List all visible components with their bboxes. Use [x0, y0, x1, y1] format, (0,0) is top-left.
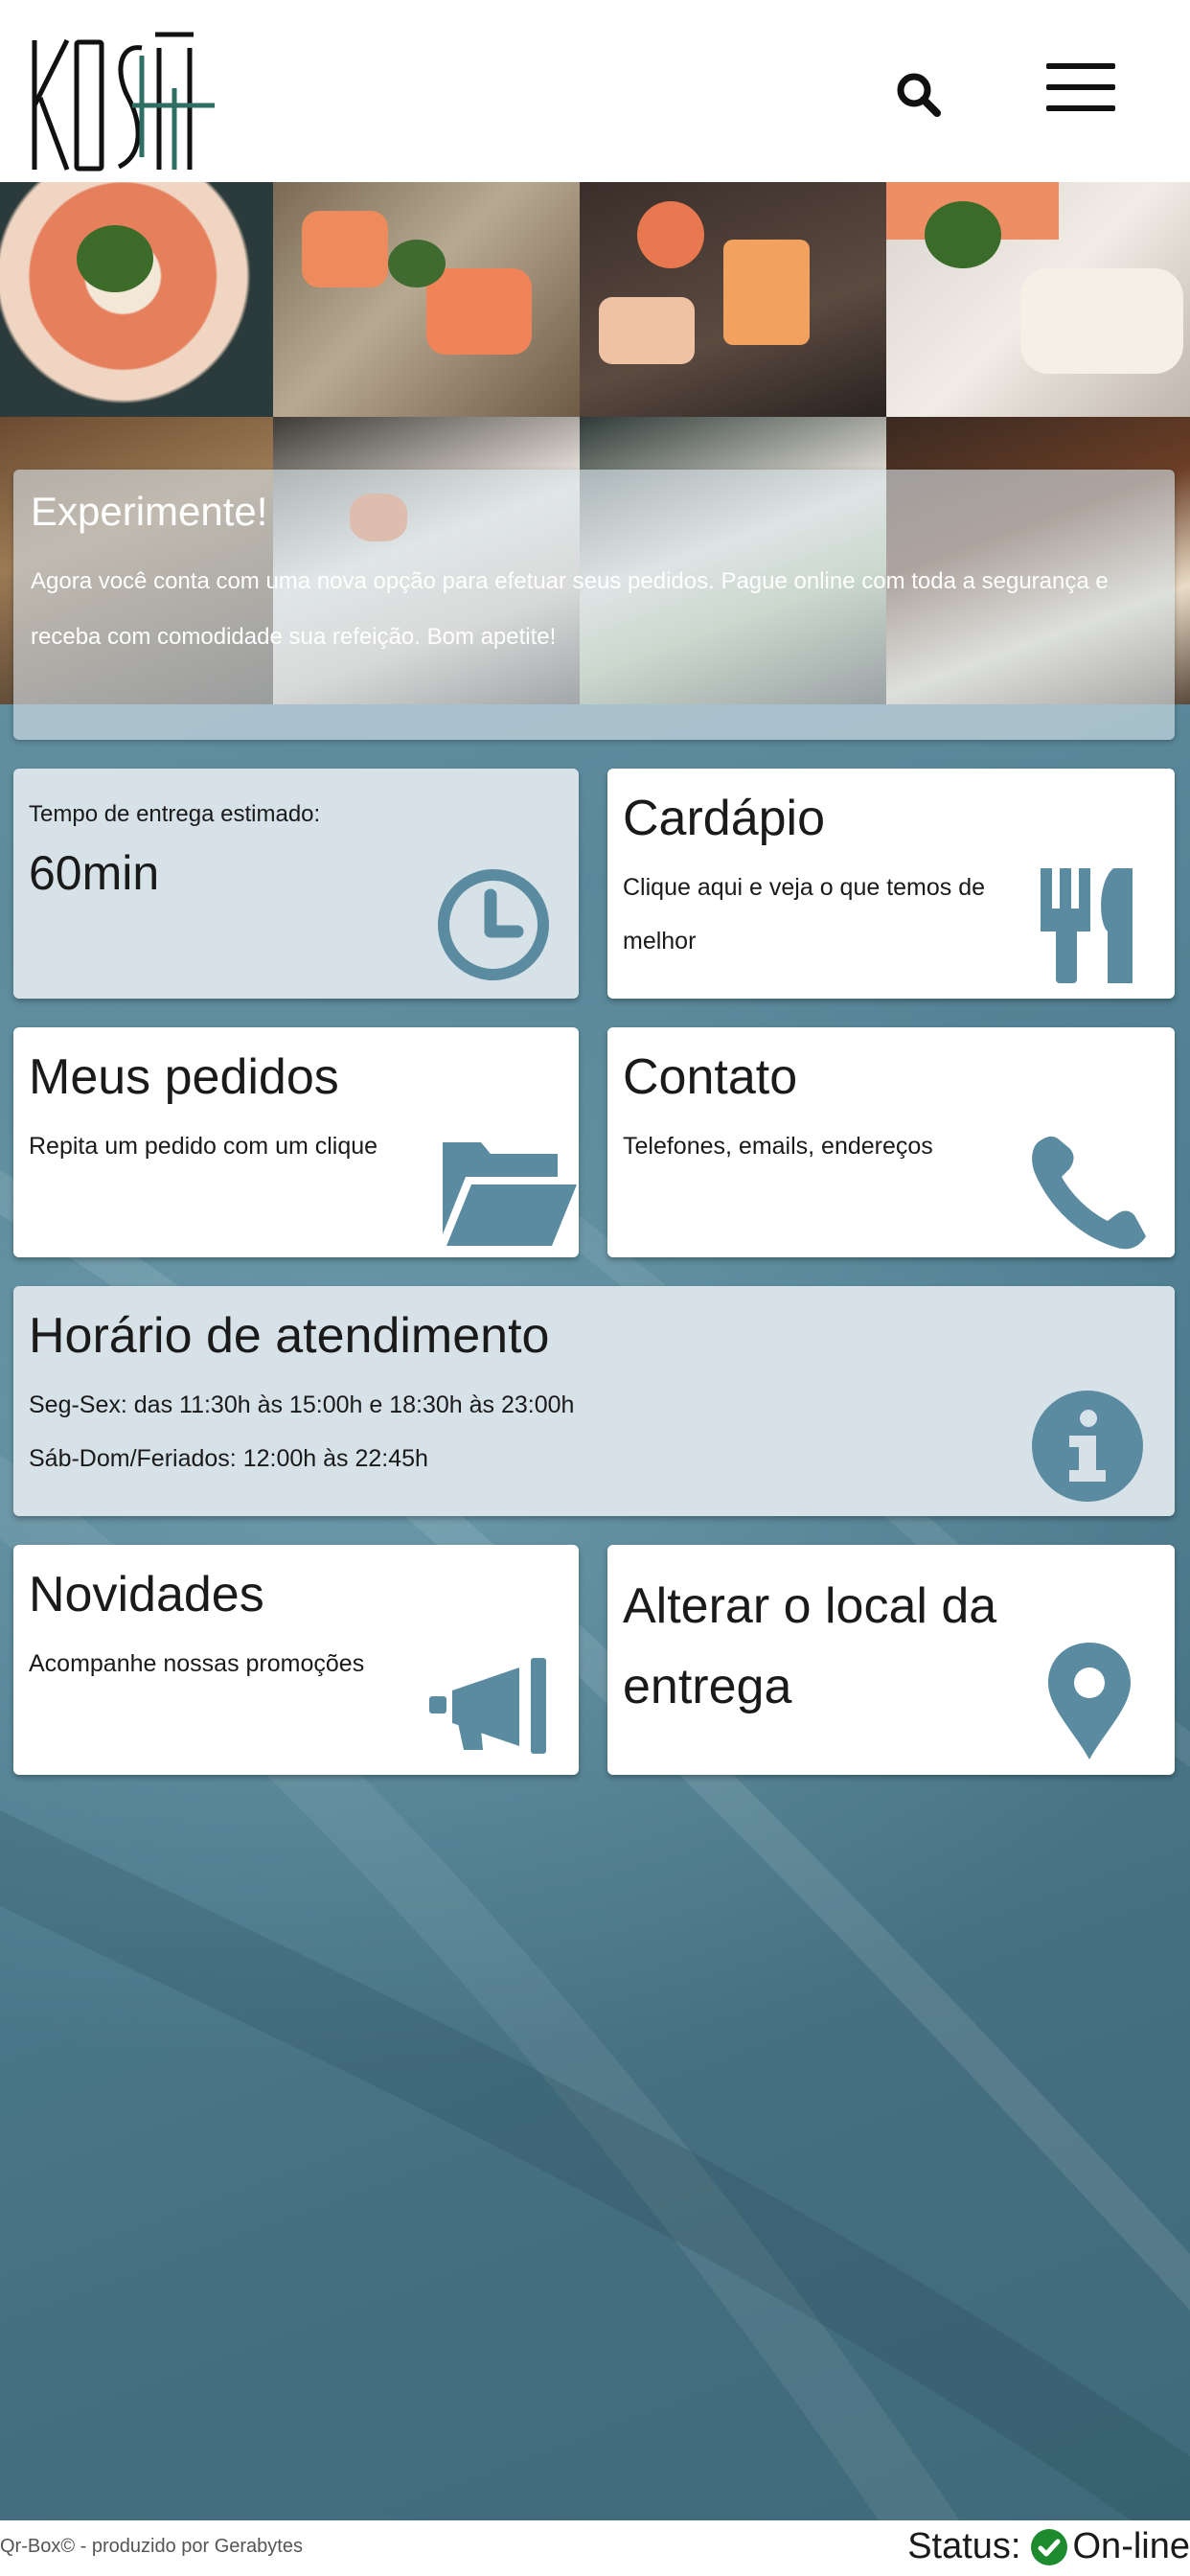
change-delivery-location-card[interactable]: Alterar o local da entrega: [607, 1545, 1175, 1775]
contact-title: Contato: [623, 1049, 798, 1105]
opening-hours-weekends: Sáb-Dom/Feriados: 12:00h às 22:45h: [29, 1445, 428, 1472]
food-photo-3: [580, 182, 886, 417]
my-orders-subtitle: Repita um pedido com um clique: [29, 1133, 378, 1160]
menu-title: Cardápio: [623, 791, 826, 846]
folder-open-icon: [443, 1142, 577, 1246]
opening-hours-weekdays: Seg-Sex: das 11:30h às 15:00h e 18:30h à…: [29, 1392, 575, 1418]
my-orders-title: Meus pedidos: [29, 1049, 339, 1105]
food-photo-1: [0, 182, 273, 417]
news-title: Novidades: [29, 1567, 264, 1622]
delivery-time-value: 60min: [29, 846, 160, 900]
map-pin-icon: [1048, 1643, 1131, 1760]
promo-card: Experimente! Agora você conta com uma no…: [13, 470, 1175, 740]
news-subtitle: Acompanhe nossas promoções: [29, 1650, 365, 1677]
news-card[interactable]: Novidades Acompanhe nossas promoções: [13, 1545, 579, 1775]
footer-credit: Qr-Box© - produzido por Gerabytes: [0, 2536, 303, 2557]
hamburger-menu-button[interactable]: [1046, 63, 1115, 115]
info-icon: [1032, 1391, 1143, 1502]
kosho-logo[interactable]: [27, 31, 218, 174]
contact-card[interactable]: Contato Telefones, emails, endereços: [607, 1027, 1175, 1257]
app-header: [0, 0, 1190, 182]
food-photo-4: [886, 182, 1190, 417]
hamburger-menu-icon: [1046, 63, 1115, 69]
status-indicator: Status: On-line: [907, 2526, 1190, 2567]
opening-hours-title: Horário de atendimento: [29, 1308, 550, 1364]
search-button[interactable]: [891, 67, 949, 125]
delivery-time-label: Tempo de entrega estimado:: [29, 801, 321, 827]
change-delivery-location-title: Alterar o local da entrega: [623, 1578, 997, 1714]
status-label: Status:: [907, 2526, 1021, 2566]
phone-icon: [1032, 1136, 1146, 1250]
clock-icon: [438, 869, 549, 980]
promo-text: Agora você conta com uma nova opção para…: [31, 568, 1109, 650]
my-orders-card[interactable]: Meus pedidos Repita um pedido com um cli…: [13, 1027, 579, 1257]
app-footer: Qr-Box© - produzido por Gerabytes Status…: [0, 2520, 1190, 2576]
food-photo-2: [273, 182, 580, 417]
menu-subtitle: Clique aqui e veja o que temos de melhor: [623, 874, 986, 954]
delivery-time-card: Tempo de entrega estimado: 60min: [13, 769, 579, 999]
fork-knife-icon: [1041, 868, 1133, 983]
status-value: On-line: [1072, 2526, 1190, 2566]
opening-hours-card: Horário de atendimento Seg-Sex: das 11:3…: [13, 1286, 1175, 1516]
menu-card[interactable]: Cardápio Clique aqui e veja o que temos …: [607, 769, 1175, 999]
contact-subtitle: Telefones, emails, endereços: [623, 1133, 933, 1160]
check-circle-icon: [1030, 2528, 1067, 2565]
megaphone-icon: [429, 1658, 546, 1754]
promo-title: Experimente!: [31, 489, 268, 534]
search-icon: [897, 73, 941, 117]
